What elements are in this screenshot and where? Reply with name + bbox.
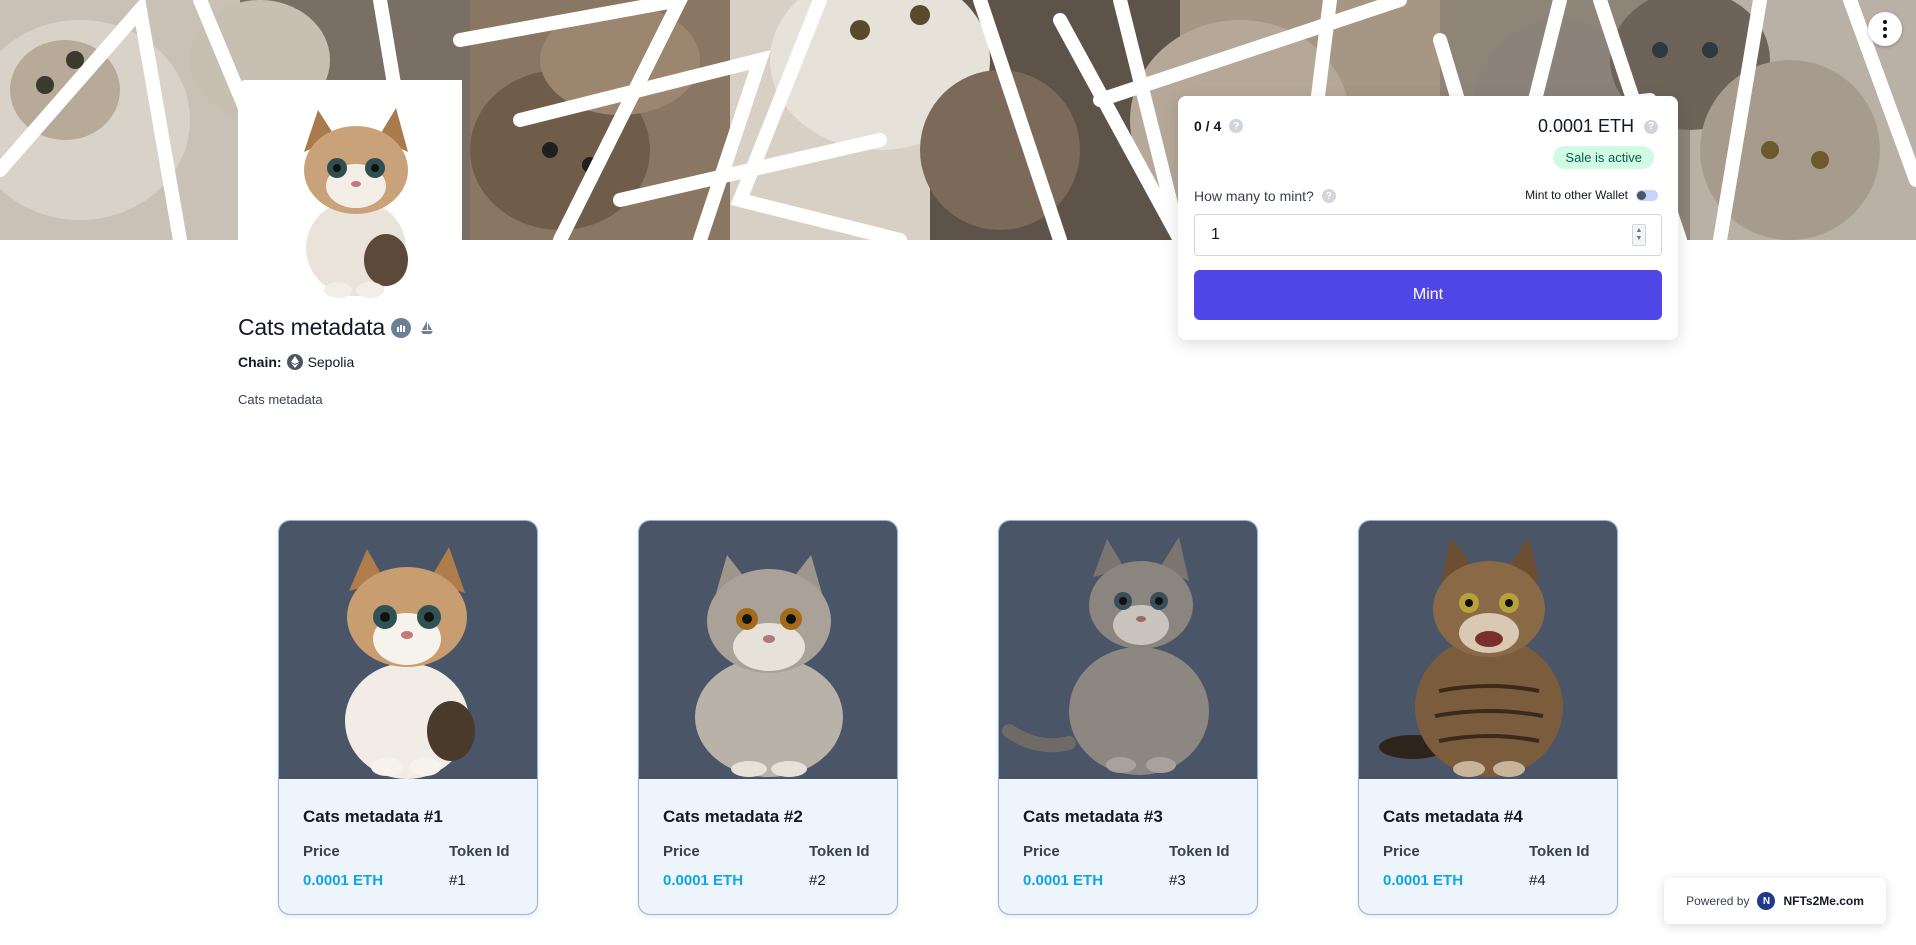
token-name: Cats metadata #4 (1383, 807, 1523, 826)
token-details: Cats metadata #2 Price Token Id 0.0001 E… (639, 779, 897, 914)
supply-count: 0 / 4 (1194, 118, 1222, 134)
nfts2me-logo-icon: N (1757, 892, 1776, 910)
ethereum-icon (286, 354, 303, 370)
token-id-label: Token Id (449, 843, 510, 860)
powered-by-brand: NFTs2Me.com (1783, 894, 1864, 908)
mint-to-other-wallet: Mint to other Wallet (1525, 188, 1658, 202)
collection-description: Cats metadata (238, 392, 323, 407)
etherscan-icon[interactable] (390, 317, 411, 338)
price-label: Price (1023, 843, 1060, 860)
token-price: 0.0001 ETH (303, 872, 384, 889)
supply-help-icon[interactable]: ? (1229, 119, 1244, 133)
collection-header: Cats metadata (238, 314, 437, 341)
chain-name: Sepolia (307, 354, 355, 370)
more-options-button[interactable] (1868, 12, 1902, 46)
token-image (1359, 521, 1617, 779)
token-id: #1 (449, 872, 466, 889)
token-image (639, 521, 897, 779)
mint-panel: 0 / 4 ? 0.0001 ETH ? Sale is active How … (1178, 96, 1678, 340)
stepper-down-icon[interactable]: ▼ (1636, 235, 1643, 243)
token-card[interactable]: Cats metadata #3 Price Token Id 0.0001 E… (998, 520, 1258, 915)
price-label: Price (1383, 843, 1420, 860)
token-card[interactable]: Cats metadata #4 Price Token Id 0.0001 E… (1358, 520, 1618, 915)
sale-status-badge: Sale is active (1553, 146, 1654, 169)
stepper-up-icon[interactable]: ▲ (1636, 227, 1643, 235)
quantity-help-icon[interactable]: ? (1321, 189, 1336, 203)
token-id-label: Token Id (1529, 843, 1590, 860)
price-help-icon[interactable]: ? (1644, 119, 1658, 134)
quantity-label: How many to mint? (1194, 188, 1314, 204)
mint-supply: 0 / 4 ? (1194, 118, 1244, 134)
token-image (999, 521, 1257, 779)
other-wallet-toggle[interactable] (1636, 189, 1658, 201)
mint-button[interactable]: Mint (1194, 270, 1662, 320)
token-image (279, 521, 537, 779)
token-id-label: Token Id (809, 843, 870, 860)
quantity-stepper[interactable]: ▲ ▼ (1632, 224, 1646, 246)
token-id-label: Token Id (1169, 843, 1230, 860)
collection-avatar (238, 80, 462, 298)
mint-price: 0.0001 ETH ? (1538, 116, 1658, 137)
token-details: Cats metadata #4 Price Token Id 0.0001 E… (1359, 779, 1617, 914)
chain-info: Chain: Sepolia (238, 354, 354, 370)
avatar-cat-image (238, 80, 462, 298)
price-label: Price (303, 843, 340, 860)
token-card[interactable]: Cats metadata #1 Price Token Id 0.0001 E… (278, 520, 538, 915)
token-details: Cats metadata #3 Price Token Id 0.0001 E… (999, 779, 1257, 914)
quantity-label-row: How many to mint? ? (1194, 188, 1336, 204)
chain-label: Chain: (238, 354, 282, 370)
other-wallet-label: Mint to other Wallet (1525, 188, 1628, 202)
token-id: #4 (1529, 872, 1546, 889)
quantity-input[interactable] (1194, 214, 1662, 256)
token-name: Cats metadata #3 (1023, 807, 1163, 826)
collection-title: Cats metadata (238, 314, 385, 340)
token-name: Cats metadata #2 (663, 807, 803, 826)
opensea-icon[interactable] (417, 318, 437, 338)
token-details: Cats metadata #1 Price Token Id 0.0001 E… (279, 779, 537, 914)
token-id: #2 (809, 872, 826, 889)
token-id: #3 (1169, 872, 1186, 889)
token-card[interactable]: Cats metadata #2 Price Token Id 0.0001 E… (638, 520, 898, 915)
token-price: 0.0001 ETH (1023, 872, 1104, 889)
token-price: 0.0001 ETH (1383, 872, 1464, 889)
token-name: Cats metadata #1 (303, 807, 443, 826)
powered-by-label: Powered by (1686, 894, 1750, 908)
powered-by-badge[interactable]: Powered by N NFTs2Me.com (1664, 878, 1886, 924)
price-label: Price (663, 843, 700, 860)
token-price: 0.0001 ETH (663, 872, 744, 889)
price-value: 0.0001 ETH (1537, 116, 1634, 136)
